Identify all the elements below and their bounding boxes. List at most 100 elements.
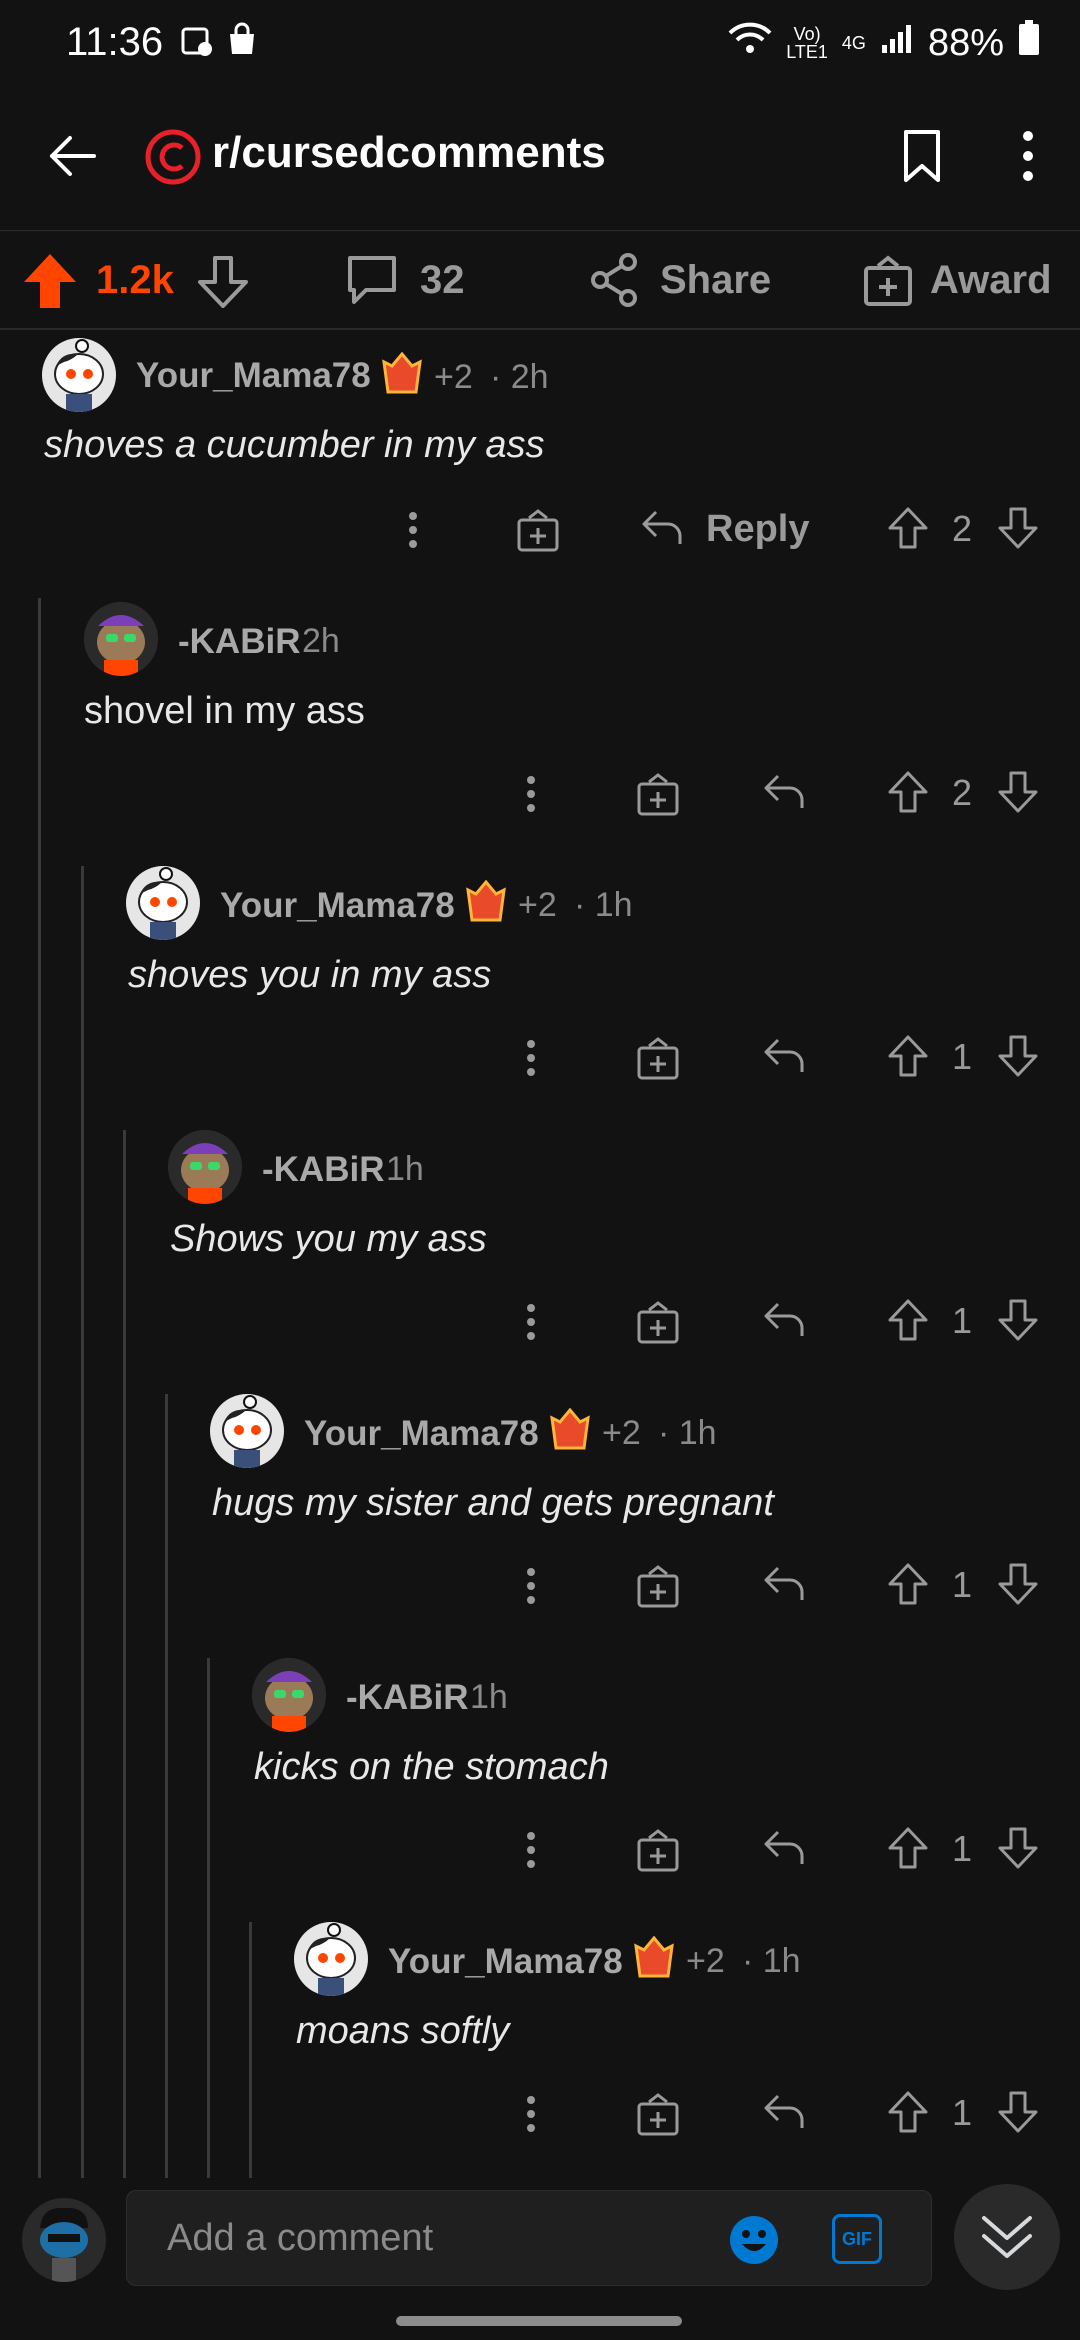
subreddit-name[interactable]: r/cursedcomments [212, 128, 606, 178]
upvote-icon[interactable] [886, 1034, 930, 1083]
emoji-icon[interactable] [728, 2214, 780, 2271]
post-action-bar: 1.2k 32 Share Award [0, 232, 1080, 330]
avatar[interactable] [126, 866, 200, 940]
battery-level: 88% [927, 21, 1004, 64]
award-badge-icon [382, 351, 422, 401]
comment-body: shoves a cucumber in my ass [44, 424, 545, 466]
downvote-icon[interactable] [996, 506, 1040, 555]
avatar[interactable] [84, 602, 158, 676]
vote-count: 2 [952, 772, 973, 813]
reply-icon[interactable] [762, 1826, 806, 1875]
more-options-icon[interactable] [1010, 128, 1046, 189]
reply-button[interactable]: Reply [706, 508, 809, 551]
downvote-icon[interactable] [996, 770, 1040, 819]
home-indicator [396, 2316, 682, 2326]
downvote-icon[interactable] [996, 1298, 1040, 1347]
vote-count: 1 [952, 1036, 973, 1077]
thread-line[interactable] [165, 1394, 168, 2178]
award-button[interactable]: Award [930, 258, 1052, 303]
award-gift-icon[interactable] [636, 1828, 680, 1877]
award-count: +2 [434, 358, 473, 396]
comment-author[interactable]: -KABiR [178, 622, 300, 662]
reply-icon[interactable] [762, 1034, 806, 1083]
signal-icon [880, 22, 914, 65]
downvote-icon[interactable] [996, 2090, 1040, 2139]
award-gift-icon[interactable] [516, 508, 560, 557]
more-options-icon[interactable] [522, 772, 540, 821]
reply-icon[interactable] [762, 1562, 806, 1611]
thread-line[interactable] [81, 866, 84, 2178]
award-gift-icon[interactable] [636, 1300, 680, 1349]
avatar[interactable] [252, 1658, 326, 1732]
status-bar: 11:36 Vo) LTE1 4G 88% [0, 0, 1080, 90]
thread-line[interactable] [249, 1922, 252, 2178]
avatar[interactable] [210, 1394, 284, 1468]
vote-count: 2 [952, 508, 973, 549]
award-gift-icon[interactable] [636, 1564, 680, 1613]
shopping-bag-icon [224, 22, 260, 63]
share-button[interactable]: Share [660, 258, 771, 303]
reply-icon[interactable] [762, 1298, 806, 1347]
downvote-icon[interactable] [996, 1826, 1040, 1875]
scroll-next-button[interactable] [954, 2184, 1060, 2290]
comment-body: shovel in my ass [84, 690, 365, 732]
comment-time: · 2h [490, 358, 549, 396]
back-arrow-icon[interactable] [44, 128, 100, 189]
comment-input[interactable] [126, 2190, 932, 2286]
award-gift-icon[interactable] [636, 1036, 680, 1085]
comment-time: 2h [302, 622, 340, 660]
comment-time: · 1h [574, 886, 633, 924]
upvote-icon[interactable] [886, 1298, 930, 1347]
comment-author[interactable]: -KABiR [346, 1678, 468, 1718]
network-label: 4G [841, 32, 866, 53]
avatar[interactable] [294, 1922, 368, 1996]
downvote-icon[interactable] [996, 1034, 1040, 1083]
thread-line[interactable] [38, 598, 41, 2178]
comment-body: Shows you my ass [170, 1218, 487, 1260]
avatar[interactable] [42, 338, 116, 412]
award-count: +2 [602, 1414, 641, 1452]
comment-author[interactable]: Your_Mama78 [220, 886, 455, 926]
comment-author[interactable]: Your_Mama78 [304, 1414, 539, 1454]
upvote-icon[interactable] [886, 1826, 930, 1875]
reply-icon[interactable] [762, 770, 806, 819]
reply-icon[interactable] [762, 2090, 806, 2139]
gif-button[interactable]: GIF [832, 2214, 882, 2264]
award-badge-icon [550, 1407, 590, 1457]
more-options-icon[interactable] [522, 2092, 540, 2141]
comment-body: hugs my sister and gets pregnant [212, 1482, 774, 1524]
comment-body: kicks on the stomach [254, 1746, 609, 1788]
comment-time: · 1h [658, 1414, 717, 1452]
more-options-icon[interactable] [522, 1564, 540, 1613]
vote-count: 1 [952, 1828, 973, 1869]
bookmark-icon[interactable] [900, 128, 944, 189]
thread-line[interactable] [123, 1130, 126, 2178]
upvote-active-icon[interactable] [22, 252, 78, 315]
comment-author[interactable]: Your_Mama78 [136, 356, 371, 396]
share-icon[interactable] [588, 252, 640, 313]
comment-body: shoves you in my ass [128, 954, 492, 996]
subreddit-icon[interactable] [144, 128, 202, 191]
thread-line[interactable] [207, 1658, 210, 2178]
user-avatar[interactable] [22, 2198, 106, 2282]
more-options-icon[interactable] [522, 1300, 540, 1349]
award-gift-icon[interactable] [636, 772, 680, 821]
award-gift-icon[interactable] [636, 2092, 680, 2141]
upvote-icon[interactable] [886, 770, 930, 819]
more-options-icon[interactable] [404, 508, 422, 557]
more-options-icon[interactable] [522, 1828, 540, 1877]
downvote-icon[interactable] [196, 254, 250, 315]
comment-author[interactable]: Your_Mama78 [388, 1942, 623, 1982]
upvote-icon[interactable] [886, 506, 930, 555]
more-options-icon[interactable] [522, 1036, 540, 1085]
comment-bubble-icon[interactable] [344, 252, 400, 313]
downvote-icon[interactable] [996, 1562, 1040, 1611]
award-count: +2 [518, 886, 557, 924]
comment-author[interactable]: -KABiR [262, 1150, 384, 1190]
upvote-icon[interactable] [886, 2090, 930, 2139]
reply-icon[interactable] [640, 506, 684, 555]
avatar[interactable] [168, 1130, 242, 1204]
vote-count: 1 [952, 1564, 973, 1605]
award-gift-icon[interactable] [862, 252, 914, 313]
upvote-icon[interactable] [886, 1562, 930, 1611]
